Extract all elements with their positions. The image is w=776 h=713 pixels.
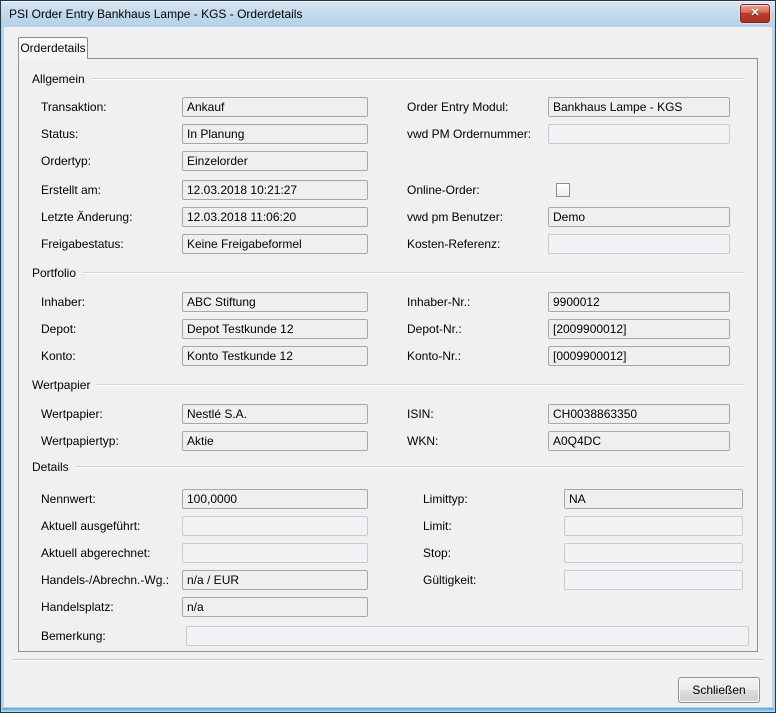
bemerkung-field	[186, 626, 749, 646]
group-wertpapier-divider	[96, 384, 745, 386]
stop-label: Stop:	[423, 543, 451, 563]
aktuell-ausgefuehrt-label: Aktuell ausgeführt:	[41, 516, 140, 536]
isin-field[interactable]: CH0038863350	[548, 404, 730, 424]
wertpapiertyp-label: Wertpapiertyp:	[41, 431, 119, 451]
group-details-divider	[75, 466, 745, 468]
group-portfolio-divider	[82, 272, 745, 274]
status-label: Status:	[41, 124, 78, 144]
bemerkung-label: Bemerkung:	[41, 626, 106, 646]
isin-label: ISIN:	[407, 404, 434, 424]
status-field[interactable]: In Planung	[182, 124, 368, 144]
aktuell-abgerechnet-label: Aktuell abgerechnet:	[41, 543, 150, 563]
order-entry-modul-field[interactable]: Bankhaus Lampe - KGS	[548, 97, 730, 117]
wertpapiertyp-field[interactable]: Aktie	[182, 431, 368, 451]
vwd-pm-ordernummer-label: vwd PM Ordernummer:	[407, 124, 531, 144]
group-portfolio-header: Portfolio	[32, 266, 745, 280]
inhaber-nr-field[interactable]: 9900012	[548, 292, 730, 312]
handelsplatz-label: Handelsplatz:	[41, 597, 114, 617]
dialog-client-area: Orderdetails Allgemein Transaktion: Anka…	[4, 27, 772, 707]
group-wertpapier-title: Wertpapier	[32, 378, 90, 392]
wertpapier-field[interactable]: Nestlé S.A.	[182, 404, 368, 424]
depot-field[interactable]: Depot Testkunde 12	[182, 319, 368, 339]
depot-label: Depot:	[41, 319, 76, 339]
konto-nr-label: Konto-Nr.:	[407, 346, 461, 366]
gueltigkeit-label: Gültigkeit:	[423, 570, 476, 590]
handelsplatz-field[interactable]: n/a	[182, 597, 368, 617]
group-wertpapier-header: Wertpapier	[32, 378, 745, 392]
handels-wg-field[interactable]: n/a / EUR	[182, 570, 368, 590]
limittyp-label: Limittyp:	[423, 489, 468, 509]
title-bar[interactable]: PSI Order Entry Bankhaus Lampe - KGS - O…	[1, 1, 775, 27]
inhaber-label: Inhaber:	[41, 292, 85, 312]
konto-field[interactable]: Konto Testkunde 12	[182, 346, 368, 366]
transaktion-field[interactable]: Ankauf	[182, 97, 368, 117]
group-allgemein-header: Allgemein	[32, 72, 745, 86]
close-icon[interactable]: ✕	[740, 4, 770, 23]
group-details-title: Details	[32, 460, 69, 474]
nennwert-label: Nennwert:	[41, 489, 96, 509]
inhaber-field[interactable]: ABC Stiftung	[182, 292, 368, 312]
group-portfolio-title: Portfolio	[32, 266, 76, 280]
wertpapier-label: Wertpapier:	[41, 404, 103, 424]
erstellt-am-field[interactable]: 12.03.2018 10:21:27	[182, 180, 368, 200]
tab-orderdetails[interactable]: Orderdetails	[18, 37, 88, 59]
orderdetails-panel: Allgemein Transaktion: Ankauf Order Entr…	[18, 58, 758, 652]
wkn-label: WKN:	[407, 431, 438, 451]
handels-wg-label: Handels-/Abrechn.-Wg.:	[41, 570, 169, 590]
dialog-window: PSI Order Entry Bankhaus Lampe - KGS - O…	[0, 0, 776, 713]
nennwert-field[interactable]: 100,0000	[182, 489, 368, 509]
kosten-referenz-field	[548, 234, 730, 254]
depot-nr-field[interactable]: [2009900012]	[548, 319, 730, 339]
wkn-field[interactable]: A0Q4DC	[548, 431, 730, 451]
depot-nr-label: Depot-Nr.:	[407, 319, 462, 339]
aktuell-ausgefuehrt-field	[182, 516, 368, 536]
konto-nr-field[interactable]: [0009900012]	[548, 346, 730, 366]
letzte-aenderung-field[interactable]: 12.03.2018 11:06:20	[182, 207, 368, 227]
vwd-pm-benutzer-field[interactable]: Demo	[548, 207, 730, 227]
kosten-referenz-label: Kosten-Referenz:	[407, 234, 500, 254]
gueltigkeit-field	[564, 570, 743, 590]
erstellt-am-label: Erstellt am:	[41, 180, 101, 200]
window-title: PSI Order Entry Bankhaus Lampe - KGS - O…	[9, 1, 302, 27]
group-allgemein-divider	[91, 78, 745, 80]
transaktion-label: Transaktion:	[41, 97, 107, 117]
limit-label: Limit:	[423, 516, 452, 536]
freigabestatus-field[interactable]: Keine Freigabeformel	[182, 234, 368, 254]
schliessen-button[interactable]: Schließen	[678, 677, 760, 703]
group-details-header: Details	[32, 460, 745, 474]
aktuell-abgerechnet-field	[182, 543, 368, 563]
limittyp-field[interactable]: NA	[564, 489, 743, 509]
online-order-checkbox[interactable]	[556, 183, 570, 197]
limit-field	[564, 516, 743, 536]
freigabestatus-label: Freigabestatus:	[41, 234, 124, 254]
footer-separator	[13, 659, 763, 661]
ordertyp-field[interactable]: Einzelorder	[182, 151, 368, 171]
ordertyp-label: Ordertyp:	[41, 151, 91, 171]
order-entry-modul-label: Order Entry Modul:	[407, 97, 508, 117]
stop-field	[564, 543, 743, 563]
letzte-aenderung-label: Letzte Änderung:	[41, 207, 132, 227]
group-allgemein-title: Allgemein	[32, 72, 85, 86]
online-order-label: Online-Order:	[407, 180, 480, 200]
konto-label: Konto:	[41, 346, 76, 366]
inhaber-nr-label: Inhaber-Nr.:	[407, 292, 470, 312]
vwd-pm-benutzer-label: vwd pm Benutzer:	[407, 207, 503, 227]
vwd-pm-ordernummer-field	[548, 124, 730, 144]
